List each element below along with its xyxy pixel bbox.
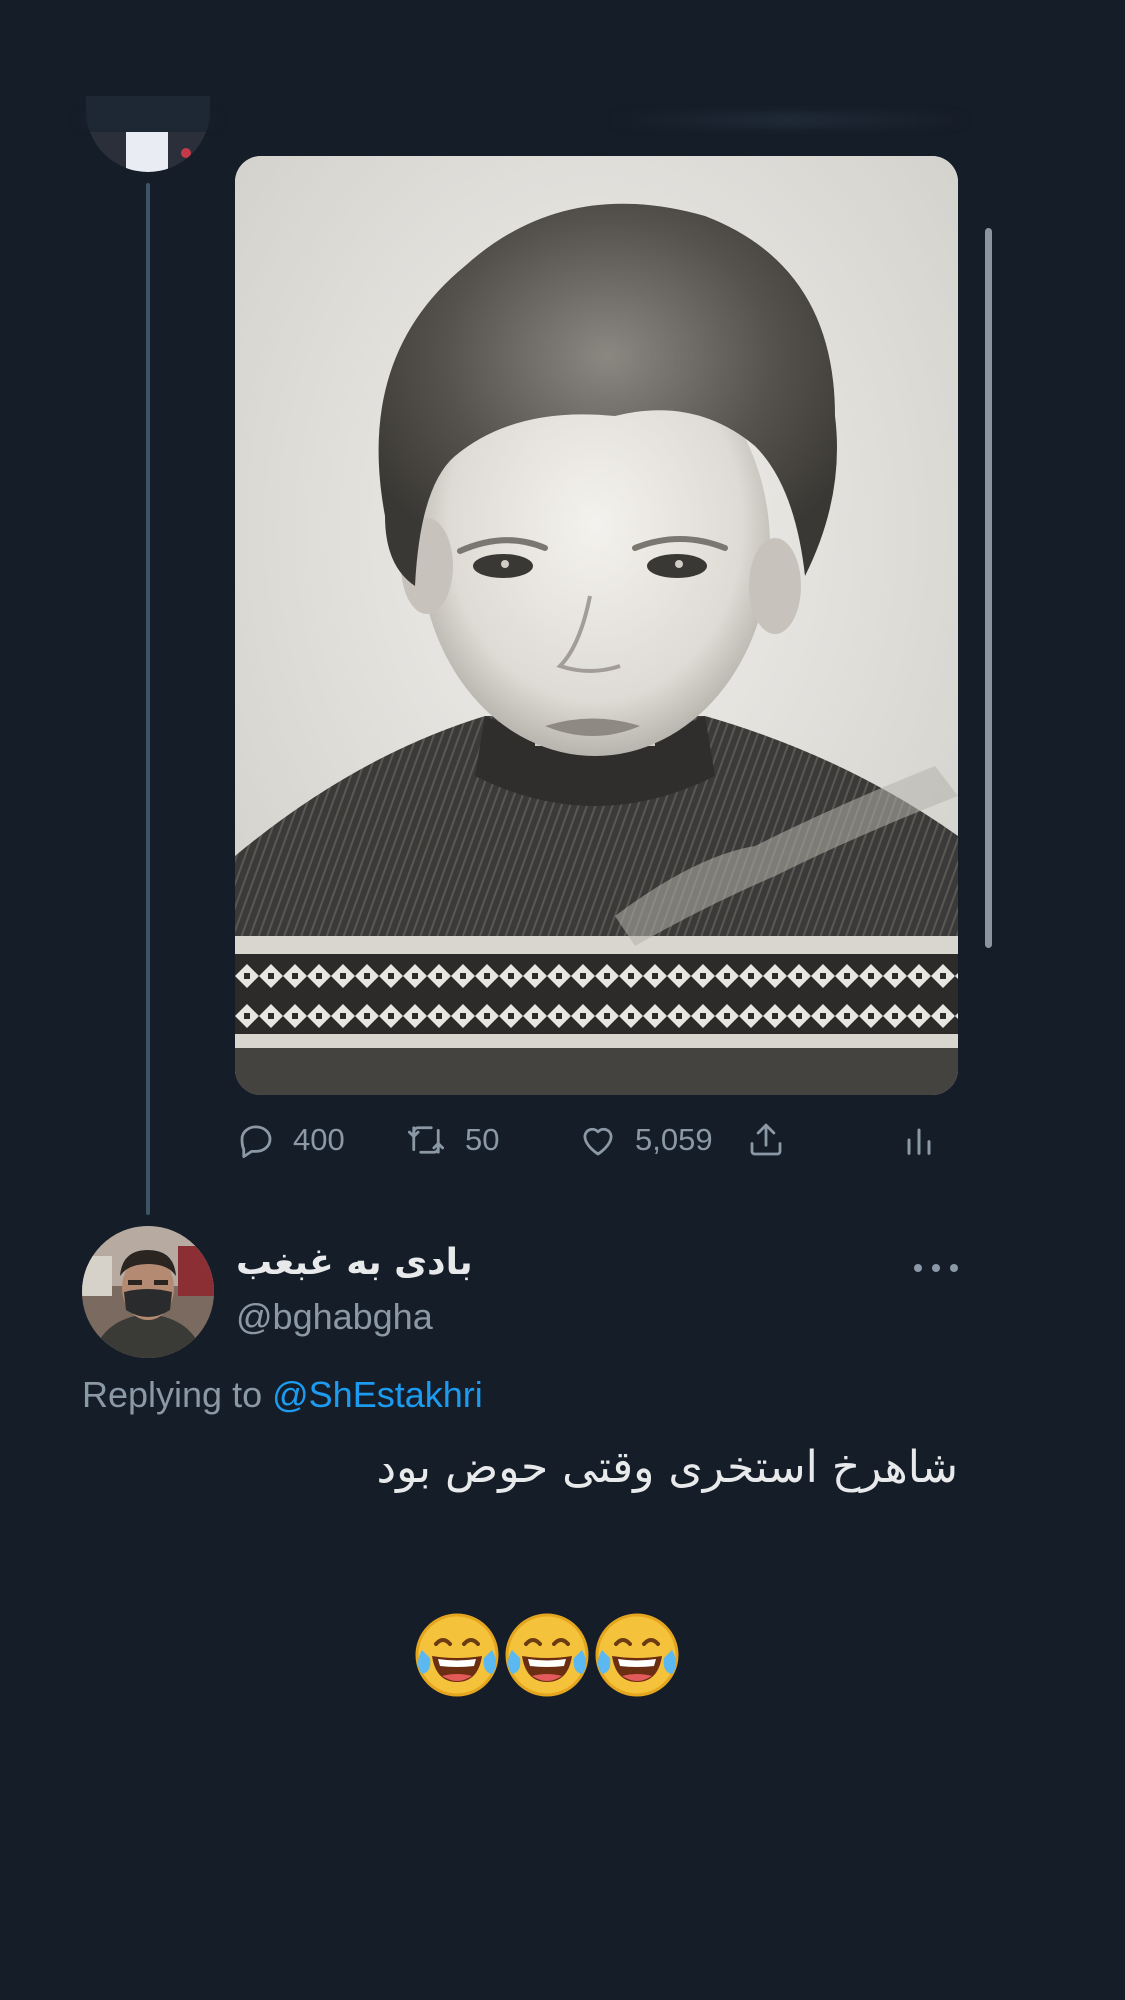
parent-avatar-shirt [126,132,168,172]
more-dot [914,1264,922,1272]
reply-icon [235,1119,277,1161]
header-fade-right [610,112,970,128]
face-with-tears-of-joy-emoji-icon [592,1610,682,1700]
reply-action[interactable]: 400 [235,1110,345,1170]
retweet-action[interactable]: 50 [403,1110,499,1170]
parent-avatar-jacket-left [86,132,126,172]
share-action[interactable] [745,1110,787,1170]
emoji-row [412,1610,682,1700]
tweet-photo[interactable] [235,156,958,1095]
like-count: 5,059 [635,1122,713,1157]
reply-tweet-text: شاهرخ استخری وقتی حوض بود [376,1442,958,1493]
face-with-tears-of-joy-emoji-icon [502,1610,592,1700]
replying-to-label: Replying to [82,1374,273,1415]
analytics-action[interactable] [899,1110,939,1170]
more-options-icon[interactable] [914,1252,958,1284]
like-action[interactable]: 5,059 [577,1110,713,1170]
retweet-icon [403,1119,449,1161]
reply-author-avatar[interactable] [82,1226,214,1358]
reply-count: 400 [293,1122,345,1157]
scrollbar[interactable] [985,228,992,948]
retweet-count: 50 [465,1122,500,1157]
analytics-icon [899,1119,939,1161]
like-icon [577,1119,619,1161]
tweet-action-bar: 400 50 5,059 [235,1110,958,1170]
masked-man-avatar-image [82,1226,214,1358]
childhood-portrait-image [235,156,958,1095]
parent-avatar-badge [181,148,191,158]
more-dot [950,1264,958,1272]
face-with-tears-of-joy-emoji-icon [412,1610,502,1700]
thread-line [146,183,150,1215]
reply-author-display-name[interactable]: بادی به غبغب [236,1242,473,1283]
more-dot [932,1264,940,1272]
replying-to-line: Replying to @ShEstakhri [82,1374,483,1416]
share-icon [745,1119,787,1161]
parent-avatar[interactable] [86,96,210,172]
reply-author-handle[interactable]: @bghabgha [236,1296,433,1338]
replying-to-mention-link[interactable]: @ShEstakhri [272,1374,483,1415]
